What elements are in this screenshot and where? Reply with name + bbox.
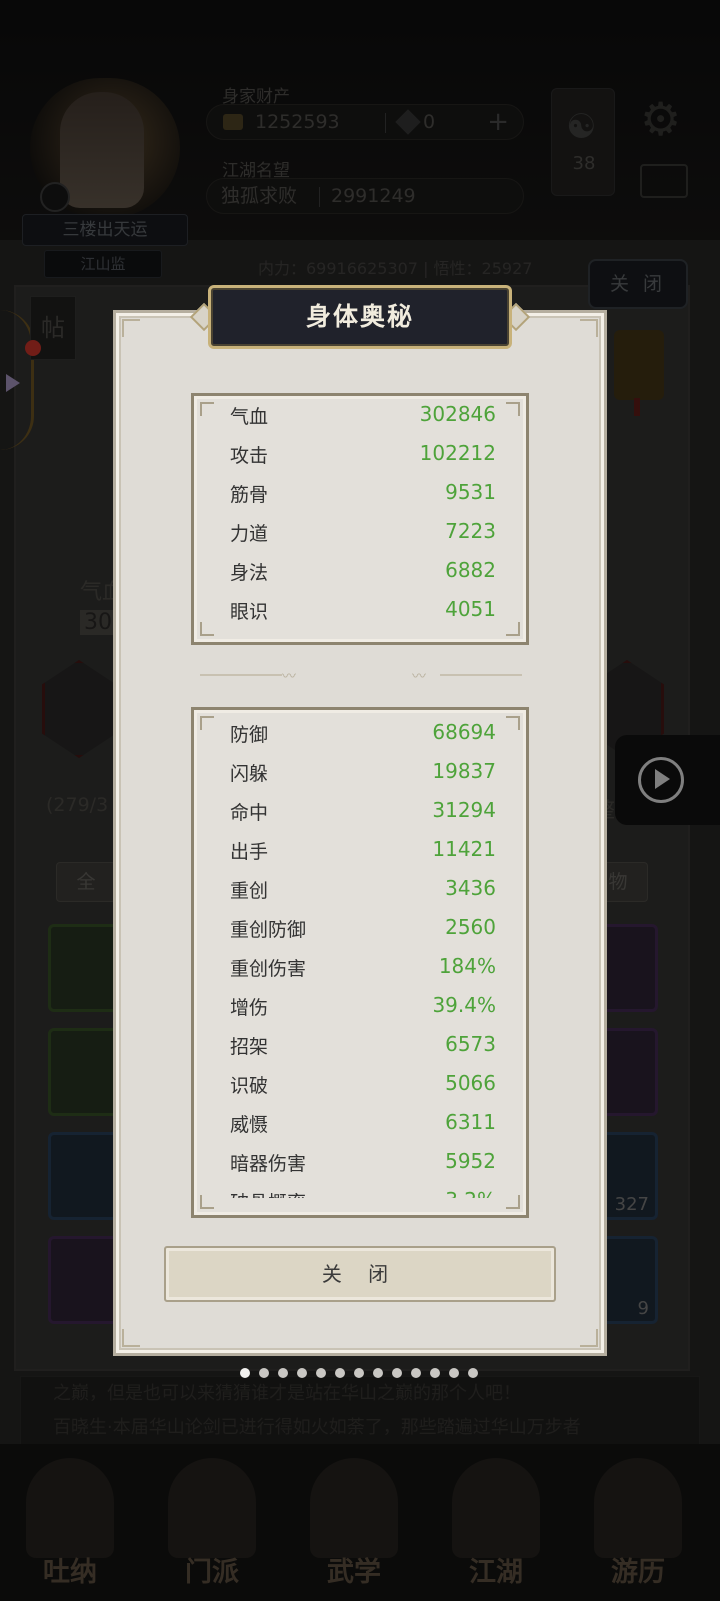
basic-stats-panel: 气血 302846 攻击 102212 筋骨 9531 力道 7223 身法 6882 眼识 4051 [191, 393, 529, 645]
page-dot[interactable] [335, 1368, 345, 1378]
stat-value: 6573 [445, 1032, 496, 1056]
page-dot[interactable] [411, 1368, 421, 1378]
page-dot[interactable] [430, 1368, 440, 1378]
corner-ornament [580, 319, 598, 337]
corner-ornament [200, 622, 214, 636]
cloud-ornament: 〰 [412, 669, 426, 685]
stat-value: 9531 [445, 480, 496, 504]
corner-ornament [200, 402, 214, 416]
stat-label: 增伤 [230, 997, 269, 1019]
stat-value: 302846 [419, 402, 496, 426]
stat-value: 3.2% [445, 1188, 496, 1198]
page-dot[interactable] [468, 1368, 478, 1378]
stat-row: 重创防御 2560 [230, 915, 496, 945]
stat-row: 破骨概率 3.2% [230, 1188, 496, 1198]
stat-row: 增伤 39.4% [230, 993, 496, 1023]
stat-label: 身法 [230, 562, 269, 584]
stat-value: 2560 [445, 915, 496, 939]
stat-row: 招架 6573 [230, 1032, 496, 1062]
stat-label: 重创伤害 [230, 958, 307, 980]
stat-row: 暗器伤害 5952 [230, 1149, 496, 1179]
corner-ornament [580, 1329, 598, 1347]
stat-row: 防御 68694 [230, 720, 496, 750]
divider-line [440, 674, 522, 676]
stat-value: 4051 [445, 597, 496, 621]
stat-value: 11421 [432, 837, 496, 861]
dialog-title: 身体奥秘 [208, 285, 512, 349]
stat-label: 暗器伤害 [230, 1153, 307, 1175]
page-dot[interactable] [316, 1368, 326, 1378]
stat-label: 破骨概率 [230, 1188, 306, 1198]
cloud-ornament: 〰 [282, 669, 296, 685]
stat-row: 重创伤害 184% [230, 954, 496, 984]
page-dot[interactable] [297, 1368, 307, 1378]
stat-value: 7223 [445, 519, 496, 543]
page-dot[interactable] [259, 1368, 269, 1378]
stat-row: 重创 3436 [230, 876, 496, 906]
stat-row: 闪躲 19837 [230, 759, 496, 789]
stat-label: 筋骨 [230, 484, 269, 506]
page-dot[interactable] [373, 1368, 383, 1378]
page-dot[interactable] [240, 1368, 250, 1378]
stat-row: 威慑 6311 [230, 1110, 496, 1140]
stat-value: 5066 [445, 1071, 496, 1095]
stat-label: 气血 [230, 406, 269, 428]
stat-label: 闪躲 [230, 763, 269, 785]
stat-value: 184% [438, 954, 496, 978]
stat-row: 命中 31294 [230, 798, 496, 828]
stat-label: 眼识 [230, 601, 269, 623]
divider-line [200, 674, 282, 676]
advanced-stats-scroll[interactable]: 防御 68694 闪躲 19837 命中 31294 出手 11421 重创 3436 重创防御 25… [194, 720, 526, 1198]
corner-ornament [122, 1329, 140, 1347]
stat-value: 39.4% [432, 993, 496, 1017]
stat-label: 招架 [230, 1036, 269, 1058]
stat-label: 威慑 [230, 1114, 269, 1136]
stat-label: 防御 [230, 724, 269, 746]
stat-label: 攻击 [230, 445, 269, 467]
page-dot[interactable] [354, 1368, 364, 1378]
stat-label: 出手 [230, 841, 269, 863]
stat-value: 6882 [445, 558, 496, 582]
stat-row: 识破 5066 [230, 1071, 496, 1101]
stat-value: 31294 [432, 798, 496, 822]
stat-label: 力道 [230, 523, 269, 545]
stat-value: 6311 [445, 1110, 496, 1134]
stat-label: 重创防御 [230, 919, 307, 941]
stat-value: 68694 [432, 720, 496, 744]
corner-ornament [506, 622, 520, 636]
stat-row: 眼识 4051 [230, 597, 496, 627]
stat-label: 识破 [230, 1075, 269, 1097]
corner-ornament [506, 402, 520, 416]
stat-value: 19837 [432, 759, 496, 783]
stat-row: 力道 7223 [230, 519, 496, 549]
advanced-stats-panel[interactable]: 防御 68694 闪躲 19837 命中 31294 出手 11421 重创 3436 重创防御 25… [191, 707, 529, 1218]
stat-value: 3436 [445, 876, 496, 900]
stat-row: 攻击 102212 [230, 441, 496, 471]
page-dot[interactable] [278, 1368, 288, 1378]
stat-row: 筋骨 9531 [230, 480, 496, 510]
corner-ornament [122, 319, 140, 337]
page-dot[interactable] [392, 1368, 402, 1378]
page-dot[interactable] [449, 1368, 459, 1378]
stat-label: 重创 [230, 880, 269, 902]
stat-row: 出手 11421 [230, 837, 496, 867]
stat-value: 102212 [419, 441, 496, 465]
stat-row: 气血 302846 [230, 402, 496, 432]
stat-value: 5952 [445, 1149, 496, 1173]
stat-row: 身法 6882 [230, 558, 496, 588]
stat-label: 命中 [230, 802, 269, 824]
close-button[interactable]: 关 闭 [164, 1246, 556, 1302]
